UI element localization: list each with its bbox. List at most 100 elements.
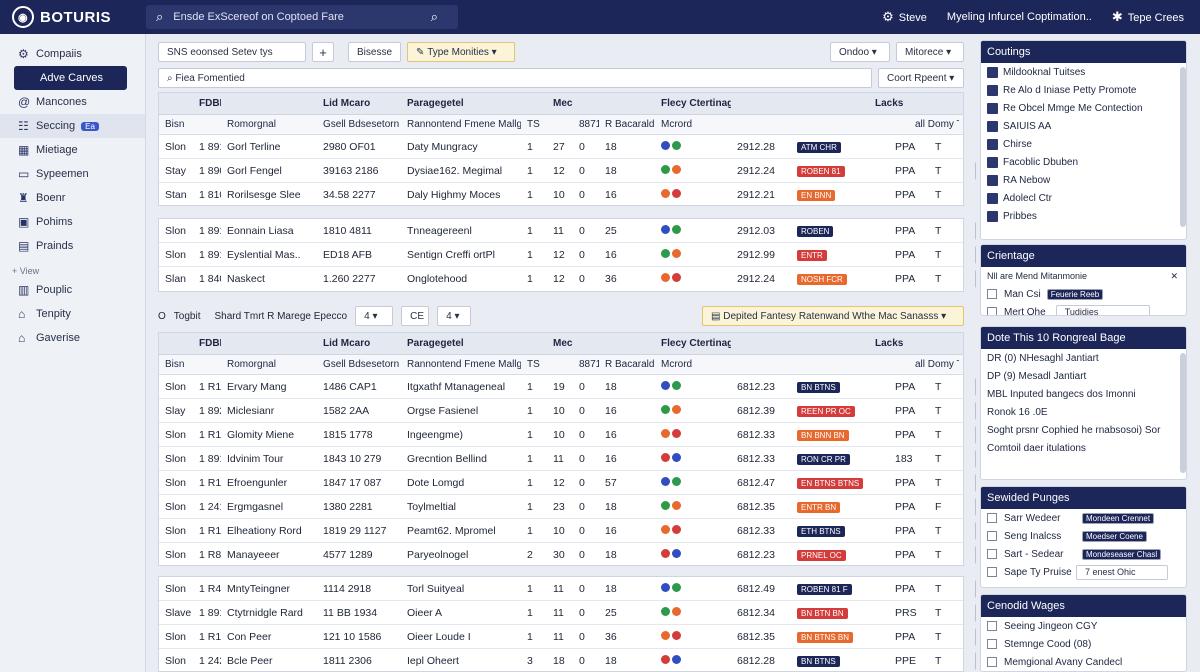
status-pill[interactable]: PRNEL OC	[797, 550, 846, 561]
sidebar-item-pouplic[interactable]: ▥ Pouplic	[0, 278, 145, 302]
row-action-button[interactable]: +	[975, 425, 976, 444]
card-item[interactable]: Stemnge Cood (08)	[981, 635, 1186, 653]
table-row[interactable]: Slon 1 891 Eonnain Liasa 1810 4811 Tnneagere…	[159, 219, 976, 243]
column-header[interactable]: Lacks	[869, 338, 909, 349]
status-pill[interactable]: ENTR BN	[797, 501, 841, 513]
status-pill[interactable]: ROBEN 81 F	[797, 583, 852, 595]
sidebar-item-boenr[interactable]: ♜ Boenr	[0, 186, 145, 210]
sidebar-item-tenpity[interactable]: ⌂ Tenpity	[0, 302, 145, 326]
table-row[interactable]: Slon 1 R10 Ervary Mang 1486 CAP1 Itgxathf Mt…	[159, 375, 976, 399]
card-option[interactable]: Sarr Wedeer Mondeen Crennet	[981, 509, 1186, 527]
checkbox[interactable]	[987, 639, 997, 649]
column-header[interactable]: Mecde	[547, 98, 573, 109]
card-item[interactable]: Re Obcel Mmge Me Contection	[981, 99, 1186, 117]
table-row[interactable]: Slave 1 891 Ctytrnidgle Rard 11 BB 1934 Oiee…	[159, 601, 976, 625]
checkbox[interactable]	[987, 531, 997, 541]
search-input[interactable]: Ensde ExScereof on Coptoed Fare	[173, 11, 430, 23]
status-pill[interactable]: BN BNN BN	[797, 429, 849, 441]
card-item[interactable]: Comtoil daer itulations	[981, 439, 1186, 457]
table-row[interactable]: Slon 1 891 Idvinim Tour 1843 10 279 Grecntio…	[159, 447, 976, 471]
card-item[interactable]: Adolecl Ctr	[981, 189, 1186, 207]
row-action-button[interactable]: FA	[975, 161, 976, 180]
column-header[interactable]: FDBRI Mecihtins	[193, 338, 221, 349]
card-item[interactable]: Chirse	[981, 135, 1186, 153]
row-action-button[interactable]: E	[975, 473, 976, 492]
sidebar-item-sypeemen[interactable]: ▭ Sypeemen	[0, 162, 145, 186]
card-item[interactable]: MBL Inputed bangecs dos Imonni	[981, 385, 1186, 403]
checkbox[interactable]	[987, 289, 997, 299]
table-row[interactable]: Slon 1 891 Eyslential Mas.. ED18 AFB Sentign…	[159, 243, 976, 267]
status-pill[interactable]: BN BTNS	[797, 656, 840, 667]
sidebar-item-pohims[interactable]: ▣ Pohims	[0, 210, 145, 234]
card-item[interactable]: Seeing Jingeon CGY	[981, 617, 1186, 635]
card-item[interactable]: Ronok 16 .0E	[981, 403, 1186, 421]
close-icon[interactable]: ✕	[1170, 271, 1186, 282]
column-header[interactable]: Lid Mcaro	[317, 338, 401, 349]
status-pill[interactable]: RON CR PR	[797, 453, 850, 465]
column-header[interactable]: Flecy Ctertinage..	[655, 98, 731, 109]
top-link-optimization[interactable]: Myeling Infurcel Coptimation..	[947, 11, 1092, 23]
column-header[interactable]: Lid Mcaro	[317, 98, 401, 109]
row-action-button[interactable]: +	[975, 579, 976, 598]
app-logo[interactable]: ◉ BOTURIS	[0, 6, 146, 28]
row-action-button[interactable]: E	[975, 449, 976, 468]
table-row[interactable]: Slon 1 R11 Con Peer 121 10 1586 Oieer Loude …	[159, 625, 976, 649]
top-link-tepe[interactable]: ✱ Tepe Crees	[1112, 9, 1184, 25]
row-action-button[interactable]: E	[975, 652, 976, 670]
column-header[interactable]: Mecde	[547, 338, 573, 349]
status-pill[interactable]: ROBEN	[797, 225, 834, 237]
card-item[interactable]: Memgional Avany Candecl	[981, 653, 1186, 671]
status-pill[interactable]: NOSH FCR	[797, 274, 847, 285]
option-field[interactable]: 7 enest Ohic	[1076, 564, 1168, 580]
number-select-2[interactable]: 4 ▾	[437, 306, 472, 326]
card-item[interactable]: Re Alo d Iniase Petty Promote	[981, 81, 1186, 99]
table-row[interactable]: Stay 1 890 Gorl Fengel 39163 2186 Dysiae162.…	[159, 159, 976, 183]
table-search-input[interactable]: ⌕ Fiea Fomentied	[158, 68, 872, 88]
checkbox[interactable]	[987, 549, 997, 559]
sidebar-item-gaverise[interactable]: ⌂ Gaverise	[0, 326, 145, 350]
card-option[interactable]: Mert Ohe Tudidies	[981, 303, 1186, 315]
code-field[interactable]: CE	[401, 306, 430, 326]
row-action-button[interactable]: MA	[975, 245, 976, 264]
status-pill[interactable]: BN BTNS BN	[797, 631, 854, 643]
search-submit-icon[interactable]: ⌕	[431, 9, 438, 25]
column-header[interactable]: Paragegetel	[401, 338, 521, 349]
status-pill[interactable]: EN BNN	[797, 190, 836, 201]
scrollbar[interactable]	[1180, 353, 1186, 473]
row-action-button[interactable]: +	[975, 603, 976, 622]
filter-input[interactable]: SNS eoonsed Setev tys	[158, 42, 306, 62]
ondoo-dropdown[interactable]: Ondoo ▾	[830, 42, 890, 62]
column-header[interactable]: FDBRI Mecihtins	[193, 98, 221, 109]
table-row[interactable]: Slan 1 840 Naskect 1.260 2277 Onglotehood 1 12…	[159, 267, 976, 291]
table-row[interactable]: Slon 1 R10 Glomity Miene 1815 1778 Ingeengme…	[159, 423, 976, 447]
card-option[interactable]: Sart - Sedear Mondeseaser Chasl	[981, 545, 1186, 563]
card-option[interactable]: Sape Ty Pruise 7 enest Ohic	[981, 563, 1186, 581]
card-option[interactable]: Man Csi Feuerie Reeb	[981, 285, 1186, 303]
mitorece-dropdown[interactable]: Mitorece ▾	[896, 42, 964, 62]
row-action-button[interactable]: YY	[975, 270, 976, 288]
row-action-button[interactable]: E	[975, 546, 976, 564]
row-action-button[interactable]: E	[975, 497, 976, 516]
card-item[interactable]: Mildooknal Tuitses	[981, 63, 1186, 81]
row-action-button[interactable]: E	[975, 401, 976, 420]
status-pill[interactable]: ETH BTNS	[797, 525, 845, 537]
table-row[interactable]: Slon 1 R41 MntyTeingner 1114 2918 Torl Suity…	[159, 577, 976, 601]
table-row[interactable]: Slon 1 R10 Efroengunler 1847 17 087 Dote Lom…	[159, 471, 976, 495]
card-option[interactable]: Seng Inalcss Moedser Coene	[981, 527, 1186, 545]
type-dropdown[interactable]: ✎ Type Monities ▾	[407, 42, 516, 62]
row-action-button[interactable]: E	[975, 377, 976, 396]
table-row[interactable]: Slon 1 241 Ergmgasnel 1380 2281 Toylmeltial 1…	[159, 495, 976, 519]
top-link-steve[interactable]: ⚙ Steve	[882, 9, 927, 25]
checkbox[interactable]	[987, 513, 997, 523]
column-header[interactable]: Lacks	[869, 98, 909, 109]
sidebar-item-mietiage[interactable]: ▦ Mietiage	[0, 138, 145, 162]
column-header[interactable]: Flecy Ctertinage..	[655, 338, 731, 349]
sidebar-item-active[interactable]: Adve Carves	[14, 66, 127, 90]
status-pill[interactable]: EN BTNS BTNS	[797, 477, 864, 489]
status-pill[interactable]: ATM CHR	[797, 141, 841, 153]
card-item[interactable]: DP (9) Mesadl Jantiart	[981, 367, 1186, 385]
sidebar-item-prainds[interactable]: ▤ Prainds	[0, 234, 145, 258]
card-item[interactable]: SAIUIS AA	[981, 117, 1186, 135]
table-row[interactable]: Slon 1 R80 Manayeeer 4577 1289 Paryeolnogel 2…	[159, 543, 976, 567]
checkbox[interactable]	[987, 657, 997, 667]
